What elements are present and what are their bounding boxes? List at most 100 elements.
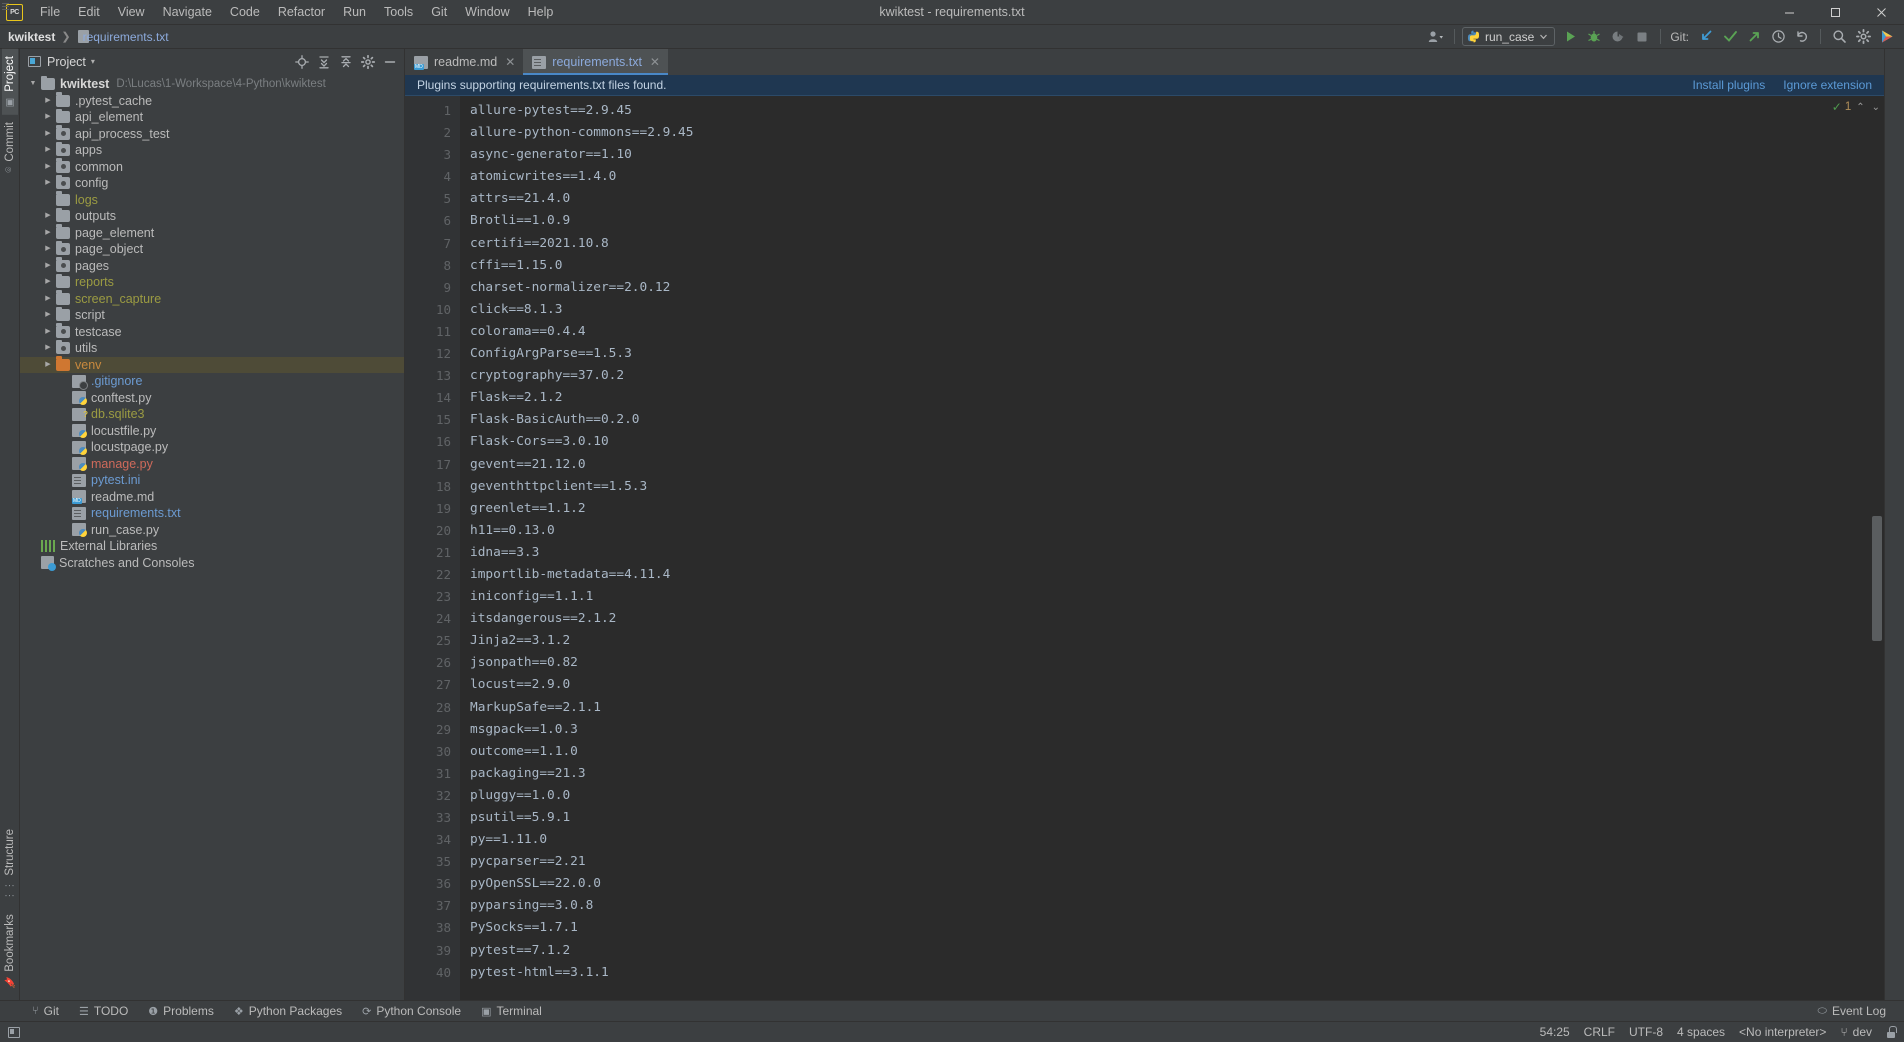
- menu-file[interactable]: File: [31, 2, 69, 22]
- code-line[interactable]: MarkupSafe==2.1.1: [470, 697, 1884, 719]
- ignore-extension-link[interactable]: Ignore extension: [1783, 78, 1872, 92]
- code-line[interactable]: certifi==2021.10.8: [470, 233, 1884, 255]
- sidebar-tab-structure[interactable]: ⋮⋮ Structure: [2, 822, 18, 908]
- menu-run[interactable]: Run: [334, 2, 375, 22]
- ide-icon[interactable]: [1876, 27, 1898, 47]
- git-update-icon[interactable]: [1695, 27, 1717, 47]
- code-line[interactable]: Jinja2==3.1.2: [470, 630, 1884, 652]
- tree-item-pytest-ini[interactable]: pytest.ini: [20, 472, 404, 489]
- menu-view[interactable]: View: [109, 2, 154, 22]
- close-tab-icon[interactable]: ✕: [505, 55, 515, 69]
- menu-git[interactable]: Git: [422, 2, 456, 22]
- code-line[interactable]: pytest-html==3.1.1: [470, 962, 1884, 984]
- chevron-right-icon[interactable]: ▶: [43, 112, 53, 122]
- menu-help[interactable]: Help: [519, 2, 563, 22]
- code-line[interactable]: Flask-BasicAuth==0.2.0: [470, 409, 1884, 431]
- editor-scrollbar-thumb[interactable]: [1872, 516, 1882, 641]
- line-separator[interactable]: CRLF: [1584, 1025, 1615, 1039]
- chevron-right-icon[interactable]: ▶: [43, 211, 53, 221]
- maximize-button[interactable]: [1812, 0, 1858, 25]
- tree-item-readme-md[interactable]: readme.md: [20, 489, 404, 506]
- code-line[interactable]: atomicwrites==1.4.0: [470, 166, 1884, 188]
- sidebar-tab-project[interactable]: ▣ Project: [1, 49, 18, 115]
- python-interpreter[interactable]: <No interpreter>: [1739, 1025, 1826, 1039]
- expand-all-icon[interactable]: [314, 52, 334, 72]
- tool-window-todo[interactable]: ☰ TODO: [69, 1002, 138, 1020]
- chevron-right-icon[interactable]: ▶: [43, 277, 53, 287]
- code-line[interactable]: Brotli==1.0.9: [470, 210, 1884, 232]
- tree-item-pages[interactable]: ▶ pages: [20, 257, 404, 275]
- chevron-right-icon[interactable]: ▶: [43, 294, 53, 304]
- tree-item-utils[interactable]: ▶ utils: [20, 339, 404, 357]
- next-problem-icon[interactable]: ⌄: [1870, 102, 1882, 113]
- project-tree[interactable]: ▼ kwiktest D:\Lucas\1-Workspace\4-Python\k…: [20, 74, 404, 1000]
- chevron-right-icon[interactable]: ▶: [43, 129, 53, 139]
- code-line[interactable]: py==1.11.0: [470, 829, 1884, 851]
- code-line[interactable]: pyparsing==3.0.8: [470, 895, 1884, 917]
- tree-item-api-process-test[interactable]: ▶ api_process_test: [20, 125, 404, 143]
- breadcrumb-project[interactable]: kwiktest: [8, 30, 55, 44]
- tool-window-python-console[interactable]: ⟳ Python Console: [352, 1002, 471, 1020]
- tree-item-script[interactable]: ▶ script: [20, 306, 404, 324]
- stop-icon[interactable]: [1631, 27, 1653, 47]
- chevron-right-icon[interactable]: ▶: [43, 178, 53, 188]
- code-line[interactable]: allure-pytest==2.9.45: [470, 100, 1884, 122]
- tree-item-page-element[interactable]: ▶ page_element: [20, 224, 404, 242]
- chevron-right-icon[interactable]: ▶: [43, 360, 53, 370]
- chevron-right-icon[interactable]: ▶: [43, 162, 53, 172]
- tree-item-conftest-py[interactable]: conftest.py: [20, 390, 404, 407]
- code-line[interactable]: cryptography==37.0.2: [470, 365, 1884, 387]
- collapse-all-icon[interactable]: [336, 52, 356, 72]
- code-line[interactable]: allure-python-commons==2.9.45: [470, 122, 1884, 144]
- indent-setting[interactable]: 4 spaces: [1677, 1025, 1725, 1039]
- git-push-icon[interactable]: [1743, 27, 1765, 47]
- tree-item-screen-capture[interactable]: ▶ screen_capture: [20, 290, 404, 308]
- chevron-right-icon[interactable]: ▶: [43, 310, 53, 320]
- breadcrumb-file[interactable]: requirements.txt: [77, 30, 169, 44]
- sidebar-tab-commit[interactable]: ⌾ Commit: [2, 115, 18, 180]
- debug-icon[interactable]: [1583, 27, 1605, 47]
- tree-item-gitignore[interactable]: .gitignore: [20, 373, 404, 390]
- inspection-widget[interactable]: ✓ 1 ⌃ ⌄: [1832, 100, 1882, 114]
- minimize-button[interactable]: [1766, 0, 1812, 25]
- tree-item-kwiktest[interactable]: ▼ kwiktest D:\Lucas\1-Workspace\4-Python\k…: [20, 75, 404, 93]
- tree-item-reports[interactable]: ▶ reports: [20, 273, 404, 291]
- code-line[interactable]: iniconfig==1.1.1: [470, 586, 1884, 608]
- tree-item-venv[interactable]: ▶ venv: [20, 356, 404, 373]
- code-line[interactable]: pycparser==2.21: [470, 851, 1884, 873]
- install-plugins-link[interactable]: Install plugins: [1693, 78, 1766, 92]
- code-line[interactable]: locust==2.9.0: [470, 674, 1884, 696]
- editor-tab-readme[interactable]: readme.md ✕: [405, 49, 523, 75]
- git-history-icon[interactable]: [1767, 27, 1789, 47]
- code-line[interactable]: h11==0.13.0: [470, 520, 1884, 542]
- run-configuration-selector[interactable]: run_case: [1461, 27, 1556, 46]
- code-line[interactable]: click==8.1.3: [470, 299, 1884, 321]
- code-line[interactable]: itsdangerous==2.1.2: [470, 608, 1884, 630]
- toggle-tool-windows-icon[interactable]: [8, 1026, 20, 1038]
- code-line[interactable]: async-generator==1.10: [470, 144, 1884, 166]
- chevron-right-icon[interactable]: ▶: [43, 244, 53, 254]
- git-rollback-icon[interactable]: [1791, 27, 1813, 47]
- code-line[interactable]: charset-normalizer==2.0.12: [470, 277, 1884, 299]
- event-log-button[interactable]: ⬭ Event Log: [1808, 1002, 1896, 1020]
- tree-item-config[interactable]: ▶ config: [20, 174, 404, 192]
- tool-window-problems[interactable]: ❶ Problems: [138, 1002, 224, 1020]
- chevron-right-icon[interactable]: ▶: [43, 327, 53, 337]
- tree-item-testcase[interactable]: ▶ testcase: [20, 323, 404, 341]
- code-line[interactable]: colorama==0.4.4: [470, 321, 1884, 343]
- hide-panel-icon[interactable]: [380, 52, 400, 72]
- menu-navigate[interactable]: Navigate: [154, 2, 221, 22]
- menu-refactor[interactable]: Refactor: [269, 2, 334, 22]
- code-content[interactable]: allure-pytest==2.9.45 allure-python-commo…: [460, 96, 1884, 1000]
- tool-window-python-packages[interactable]: ❖ Python Packages: [224, 1002, 352, 1020]
- tree-item-locustpage-py[interactable]: locustpage.py: [20, 439, 404, 456]
- code-line[interactable]: Flask==2.1.2: [470, 387, 1884, 409]
- code-line[interactable]: greenlet==1.1.2: [470, 498, 1884, 520]
- menu-window[interactable]: Window: [456, 2, 518, 22]
- tree-item-page-object[interactable]: ▶ page_object: [20, 240, 404, 258]
- caret-position[interactable]: 54:25: [1540, 1025, 1570, 1039]
- tree-item-api-element[interactable]: ▶ api_element: [20, 108, 404, 126]
- code-line[interactable]: geventhttpclient==1.5.3: [470, 476, 1884, 498]
- search-everywhere-icon[interactable]: [1828, 27, 1850, 47]
- user-avatar-icon[interactable]: [1425, 27, 1447, 47]
